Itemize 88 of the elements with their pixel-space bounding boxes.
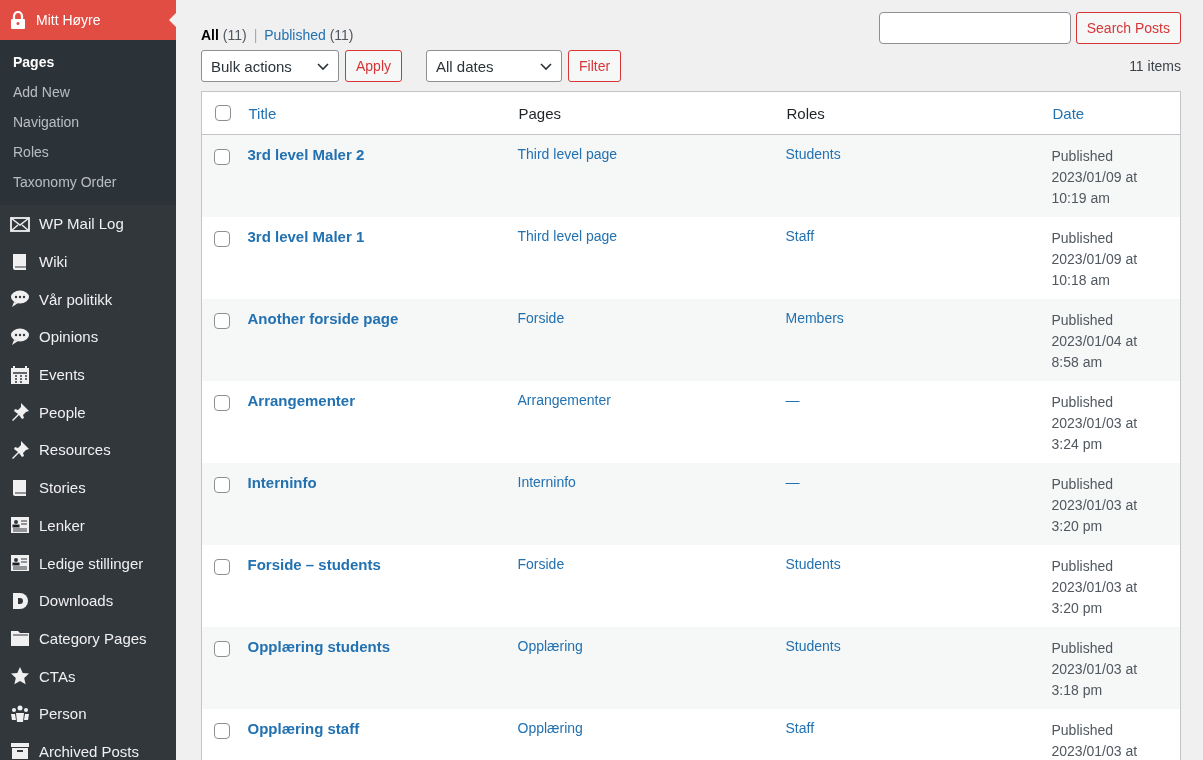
pages-link[interactable]: Third level page bbox=[517, 146, 618, 162]
row-checkbox[interactable] bbox=[214, 477, 230, 493]
sidebar-item[interactable]: Person bbox=[0, 694, 176, 733]
role-link[interactable]: Members bbox=[785, 310, 844, 326]
sidebar-item[interactable]: Lenker bbox=[0, 506, 176, 545]
role-link[interactable]: Students bbox=[785, 556, 841, 572]
pages-link[interactable]: Opplæring bbox=[517, 720, 583, 736]
submenu-item[interactable]: Pages bbox=[0, 47, 176, 77]
speech-bubble-icon bbox=[10, 326, 30, 347]
column-header: Roles bbox=[786, 104, 825, 122]
page-title-link[interactable]: Opplæring students bbox=[247, 638, 390, 655]
row-checkbox[interactable] bbox=[214, 313, 230, 329]
pages-link[interactable]: Forside bbox=[517, 310, 565, 326]
role-link[interactable]: Staff bbox=[785, 720, 815, 736]
page-title-link[interactable]: 3rd level Maler 1 bbox=[247, 228, 365, 245]
column-header: Pages bbox=[518, 104, 562, 122]
role-link[interactable]: Students bbox=[785, 638, 841, 654]
star-icon bbox=[10, 666, 30, 687]
row-checkbox[interactable] bbox=[214, 559, 230, 575]
role-link[interactable]: Staff bbox=[785, 228, 815, 244]
row-checkbox[interactable] bbox=[214, 395, 230, 411]
sidebar-current-item[interactable]: Mitt Høyre bbox=[0, 0, 176, 40]
row-checkbox[interactable] bbox=[214, 641, 230, 657]
sidebar-item[interactable]: Category Pages bbox=[0, 619, 176, 658]
sidebar-item[interactable]: Ledige stillinger bbox=[0, 544, 176, 582]
column-header[interactable]: Title bbox=[248, 104, 277, 122]
publish-date: Published 2023/01/09 at 10:19 am bbox=[1051, 147, 1139, 208]
publish-date: Published 2023/01/03 at 3:20 pm bbox=[1051, 475, 1139, 536]
page-title-link[interactable]: Forside – students bbox=[247, 556, 381, 573]
role-link[interactable]: Students bbox=[785, 146, 841, 162]
submenu-item[interactable]: Taxonomy Order bbox=[0, 167, 176, 197]
row-checkbox[interactable] bbox=[214, 149, 230, 165]
letter-d-icon bbox=[10, 590, 30, 611]
sidebar-item[interactable]: Stories bbox=[0, 468, 176, 507]
sidebar-item[interactable]: Wiki bbox=[0, 242, 176, 281]
sidebar-item[interactable]: Vår politikk bbox=[0, 280, 176, 319]
sidebar-item[interactable]: Opinions bbox=[0, 318, 176, 356]
publish-date: Published 2023/01/09 at 10:18 am bbox=[1051, 229, 1139, 290]
pages-link[interactable]: Forside bbox=[517, 556, 565, 572]
page-title-link[interactable]: Opplæring staff bbox=[247, 720, 360, 737]
item-count: 11 items bbox=[1129, 58, 1181, 74]
role-link[interactable]: — bbox=[785, 392, 800, 408]
pages-link[interactable]: Third level page bbox=[517, 228, 618, 244]
calendar-icon bbox=[10, 364, 30, 385]
role-link[interactable]: — bbox=[785, 474, 800, 490]
id-card-icon bbox=[10, 515, 30, 536]
id-card-icon bbox=[10, 553, 30, 574]
pages-link[interactable]: Opplæring bbox=[517, 638, 583, 654]
publish-date: Published 2023/01/03 at bbox=[1051, 721, 1139, 760]
publish-date: Published 2023/01/03 at 3:24 pm bbox=[1051, 393, 1139, 454]
people-icon bbox=[10, 703, 30, 724]
sidebar-item[interactable]: Downloads bbox=[0, 581, 176, 620]
sidebar-item[interactable]: Resources bbox=[0, 431, 176, 469]
speech-bubble-icon bbox=[10, 289, 30, 310]
pushpin-icon bbox=[10, 402, 30, 423]
submenu-item[interactable]: Add New bbox=[0, 77, 176, 107]
submenu-item[interactable]: Roles bbox=[0, 137, 176, 167]
publish-date: Published 2023/01/04 at 8:58 am bbox=[1051, 311, 1139, 372]
page-title-link[interactable]: Arrangementer bbox=[247, 392, 356, 409]
column-header[interactable]: Date bbox=[1052, 104, 1085, 122]
page-title-link[interactable]: Interninfo bbox=[247, 474, 317, 491]
page-title-link[interactable]: 3rd level Maler 2 bbox=[247, 146, 365, 163]
filter-button[interactable]: Filter bbox=[568, 50, 622, 82]
page-title-link[interactable]: Another forside page bbox=[247, 310, 399, 327]
view-filter-link[interactable]: Published (11) bbox=[264, 27, 354, 43]
submenu-item[interactable]: Navigation bbox=[0, 107, 176, 137]
pushpin-icon bbox=[10, 439, 30, 460]
pages-link[interactable]: Interninfo bbox=[517, 474, 576, 490]
folder-icon bbox=[10, 628, 30, 649]
pages-link[interactable]: Arrangementer bbox=[517, 392, 611, 408]
sidebar-item[interactable]: Archived Posts bbox=[0, 732, 176, 760]
sidebar-item[interactable]: People bbox=[0, 393, 176, 432]
row-checkbox[interactable] bbox=[214, 723, 230, 739]
publish-date: Published 2023/01/03 at 3:18 pm bbox=[1051, 639, 1139, 700]
bulk-actions-dropdown[interactable]: Bulk actions bbox=[201, 50, 339, 82]
search-field[interactable] bbox=[878, 12, 1071, 44]
apply-button[interactable]: Apply bbox=[345, 50, 403, 82]
search-button[interactable]: Search Posts bbox=[1075, 12, 1181, 44]
separator: | bbox=[253, 27, 258, 43]
publish-date: Published 2023/01/03 at 3:20 pm bbox=[1051, 557, 1139, 618]
sidebar-item[interactable]: Events bbox=[0, 355, 176, 394]
date-filter-dropdown[interactable]: All dates bbox=[426, 50, 563, 82]
sidebar-item[interactable]: WP Mail Log bbox=[0, 205, 176, 243]
row-checkbox[interactable] bbox=[214, 231, 230, 247]
select-all-checkbox[interactable] bbox=[215, 105, 231, 121]
sidebar-item[interactable]: CTAs bbox=[0, 657, 176, 695]
view-filter-link[interactable]: All (11) bbox=[201, 27, 247, 43]
lock-icon bbox=[10, 11, 26, 29]
